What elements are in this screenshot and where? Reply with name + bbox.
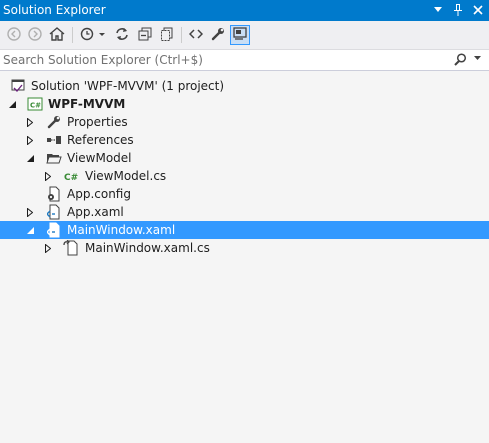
csharp-project-icon: C# (27, 96, 43, 112)
expanded-arrow-icon[interactable] (7, 98, 17, 110)
collapsed-arrow-icon[interactable] (43, 170, 53, 182)
expanded-arrow-icon[interactable] (25, 224, 35, 236)
search-input[interactable] (0, 50, 455, 70)
home-button[interactable] (47, 25, 67, 45)
code-brackets-icon (188, 28, 204, 43)
code-behind-file-icon (63, 240, 79, 256)
tool-window-title: Solution Explorer (3, 3, 106, 17)
wrench-icon (46, 114, 62, 130)
svg-text:C#: C# (30, 102, 41, 110)
pin-icon[interactable] (451, 2, 465, 18)
tree-item-app-config[interactable]: App.config (0, 185, 489, 203)
collapsed-arrow-icon[interactable] (25, 206, 35, 218)
svg-text:C#: C# (64, 173, 78, 183)
solution-icon (10, 78, 26, 94)
collapsed-arrow-icon[interactable] (25, 134, 35, 146)
tree-item-properties[interactable]: Properties (0, 113, 489, 131)
preview-icon (233, 26, 247, 44)
expanded-arrow-icon[interactable] (25, 152, 35, 164)
sync-with-active-document-button[interactable] (112, 25, 132, 45)
back-button[interactable] (4, 25, 24, 45)
xaml-file-icon (46, 222, 62, 238)
wrench-icon (211, 27, 225, 44)
csharp-file-icon: C# (63, 168, 79, 184)
tree-item-label: MainWindow.xaml.cs (85, 241, 210, 255)
tree-item-label: Solution 'WPF-MVVM' (1 project) (31, 79, 225, 93)
search-box (0, 50, 489, 71)
tool-window-title-bar[interactable]: Solution Explorer (0, 0, 489, 21)
properties-button[interactable] (208, 25, 228, 45)
config-file-icon (46, 186, 62, 202)
dropdown-arrow-icon[interactable] (431, 2, 445, 18)
xaml-file-icon (46, 204, 62, 220)
home-icon (49, 26, 65, 44)
tree-item-mainwindow-xaml[interactable]: MainWindow.xaml (0, 221, 489, 239)
tree-item-app-xaml[interactable]: App.xaml (0, 203, 489, 221)
pending-changes-filter-button[interactable] (78, 25, 108, 45)
tree-item-viewmodel-folder[interactable]: ViewModel (0, 149, 489, 167)
tree-item-label: ViewModel (67, 151, 132, 165)
view-code-button[interactable] (186, 25, 206, 45)
collapsed-arrow-icon[interactable] (43, 242, 53, 254)
collapse-all-icon (138, 27, 152, 44)
tree-item-viewmodel-cs[interactable]: C# ViewModel.cs (0, 167, 489, 185)
search-icon[interactable] (454, 53, 467, 69)
tree-item-label: WPF-MVVM (48, 97, 126, 111)
back-arrow-icon (7, 26, 21, 44)
tree-item-mainwindow-xaml-cs[interactable]: MainWindow.xaml.cs (0, 239, 489, 257)
clock-filter-icon (80, 27, 106, 44)
toolbar-separator (181, 27, 182, 43)
preview-selected-items-button[interactable] (230, 25, 250, 45)
show-all-files-button[interactable] (157, 25, 177, 45)
tree-item-label: References (67, 133, 134, 147)
forward-arrow-icon (28, 26, 42, 44)
collapsed-arrow-icon[interactable] (25, 116, 35, 128)
references-icon (46, 132, 62, 148)
search-options-dropdown-icon[interactable] (474, 54, 481, 63)
title-bar-buttons (431, 2, 485, 18)
tree-item-project[interactable]: C# WPF-MVVM (0, 95, 489, 113)
folder-open-icon (46, 150, 62, 166)
solution-explorer-toolbar (0, 21, 489, 50)
tree-item-label: App.xaml (67, 205, 124, 219)
sync-icon (115, 27, 129, 44)
tree-item-label: Properties (67, 115, 128, 129)
tree-item-references[interactable]: References (0, 131, 489, 149)
toolbar-separator (72, 27, 73, 43)
tree-item-label: ViewModel.cs (85, 169, 167, 183)
tree-item-label: MainWindow.xaml (67, 223, 176, 237)
tree-item-solution[interactable]: Solution 'WPF-MVVM' (1 project) (0, 77, 489, 95)
collapse-all-button[interactable] (135, 25, 155, 45)
tree-item-label: App.config (67, 187, 131, 201)
close-icon[interactable] (471, 2, 485, 18)
show-all-files-icon (160, 27, 174, 44)
forward-button[interactable] (25, 25, 45, 45)
